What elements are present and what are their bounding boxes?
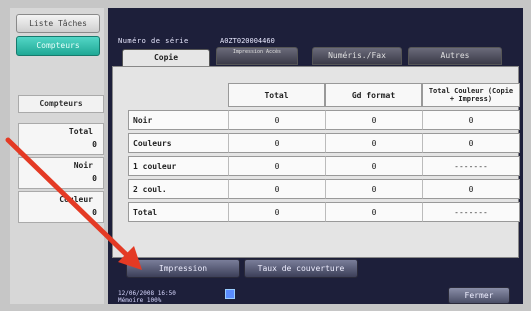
annotation-arrow-icon — [5, 137, 142, 270]
